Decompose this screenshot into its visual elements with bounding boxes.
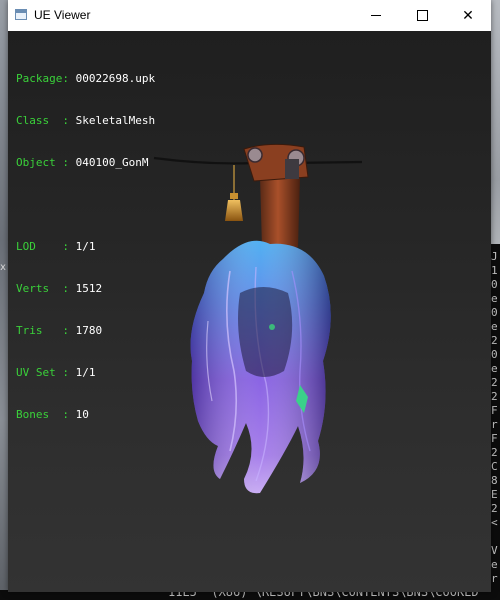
background-console-line: r bbox=[491, 572, 498, 585]
background-console-line: 2 bbox=[491, 390, 498, 403]
background-console-line: r bbox=[491, 418, 498, 431]
app-window-icon[interactable] bbox=[15, 9, 27, 20]
hair-mesh-render bbox=[153, 143, 363, 494]
crown-ornament-body bbox=[260, 177, 300, 251]
background-console-line: e bbox=[491, 320, 498, 333]
window-title: UE Viewer bbox=[34, 8, 91, 22]
close-button[interactable]: ✕ bbox=[445, 0, 491, 31]
background-console-line: F bbox=[491, 404, 498, 417]
background-console-line: 2 bbox=[491, 502, 498, 515]
background-console-line: < bbox=[491, 516, 498, 529]
hair-inner-shadow bbox=[238, 287, 293, 377]
close-icon: ✕ bbox=[462, 7, 474, 24]
background-console-line: C bbox=[491, 460, 498, 473]
background-console-window: J10e0e20e22FrF2C8E2<Vern bbox=[491, 244, 500, 600]
maximize-button[interactable] bbox=[399, 0, 445, 31]
tassel-cap bbox=[230, 193, 238, 199]
background-console-line: 2 bbox=[491, 334, 498, 347]
background-console-line: 0 bbox=[491, 278, 498, 291]
hair-ornament-small bbox=[269, 324, 275, 330]
crown-ornament-clasp bbox=[285, 159, 299, 179]
ue-viewer-window[interactable]: UE Viewer ✕ Package: 00022698.upk Class … bbox=[8, 0, 491, 592]
crown-ornament-left-gem bbox=[247, 147, 263, 163]
background-console-line: F bbox=[491, 432, 498, 445]
background-console-line: V bbox=[491, 544, 498, 557]
background-marker: x bbox=[0, 262, 7, 273]
mesh-viewport[interactable]: Package: 00022698.upk Class : SkeletalMe… bbox=[8, 31, 491, 592]
background-console-line: E bbox=[491, 488, 498, 501]
tassel bbox=[225, 200, 243, 221]
background-console-line: e bbox=[491, 362, 498, 375]
background-console-line: e bbox=[491, 558, 498, 571]
background-console-line: 0 bbox=[491, 348, 498, 361]
background-console-line: 1 bbox=[491, 264, 498, 277]
background-console-line: 0 bbox=[491, 306, 498, 319]
background-console-line: e bbox=[491, 292, 498, 305]
background-console-line: J bbox=[491, 250, 498, 263]
background-console-line: 2 bbox=[491, 446, 498, 459]
background-console-line: 2 bbox=[491, 376, 498, 389]
maximize-icon bbox=[416, 10, 428, 21]
desktop-background bbox=[0, 0, 8, 600]
minimize-icon bbox=[371, 15, 381, 16]
background-console-line: 8 bbox=[491, 474, 498, 487]
minimize-button[interactable] bbox=[353, 0, 399, 31]
title-bar[interactable]: UE Viewer ✕ bbox=[8, 0, 491, 31]
